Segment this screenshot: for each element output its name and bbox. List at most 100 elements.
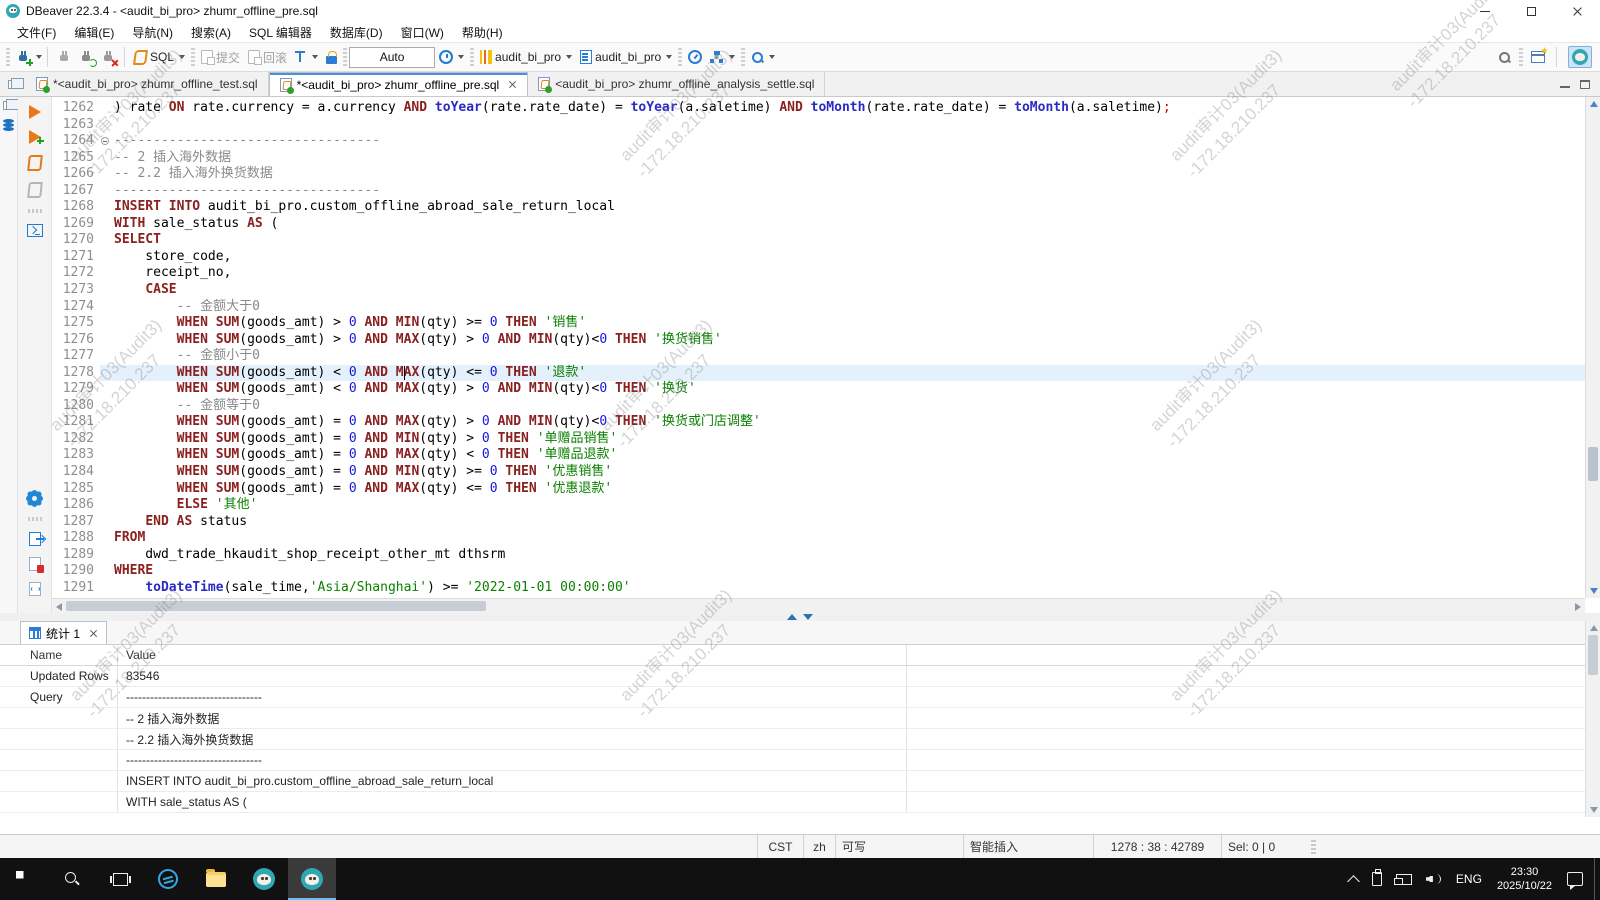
code-line[interactable]: 1271 store_code, xyxy=(52,249,1585,266)
scrollbar-thumb[interactable] xyxy=(66,601,486,611)
server-tasks-button[interactable] xyxy=(706,48,739,67)
data-search-button[interactable] xyxy=(747,48,779,67)
menu-help[interactable]: 帮助(H) xyxy=(453,22,512,43)
scroll-up-icon[interactable] xyxy=(1590,625,1598,631)
code-line[interactable]: 1283 WHEN SUM(goods_amt) = 0 AND MAX(qty… xyxy=(52,447,1585,464)
minimize-editor-icon[interactable] xyxy=(1560,80,1570,88)
export-data-button[interactable] xyxy=(29,532,41,546)
code-line[interactable]: 1288FROM xyxy=(52,530,1585,547)
editor-vertical-scrollbar[interactable] xyxy=(1585,97,1600,598)
panel-sash[interactable] xyxy=(0,613,1600,621)
code-line[interactable]: 1265-- 2 插入海外数据 xyxy=(52,150,1585,167)
connect-button[interactable] xyxy=(53,47,75,67)
code-line[interactable]: 1289 dwd_trade_hkaudit_shop_receipt_othe… xyxy=(52,547,1585,564)
code-line[interactable]: 1281 WHEN SUM(goods_amt) = 0 AND MAX(qty… xyxy=(52,414,1585,431)
scrollbar-thumb[interactable] xyxy=(1588,447,1598,481)
table-row[interactable]: -- 2.2 插入海外换货数据 xyxy=(0,729,1585,750)
reconnect-button[interactable] xyxy=(75,47,97,67)
explain-plan-button[interactable] xyxy=(27,182,43,198)
table-row[interactable]: INSERT INTO audit_bi_pro.custom_offline_… xyxy=(0,771,1585,792)
tray-usb-button[interactable] xyxy=(1365,858,1389,900)
code-line[interactable]: 1286 ELSE '其他' xyxy=(52,497,1585,514)
editor-horizontal-scrollbar[interactable] xyxy=(52,598,1585,613)
new-connection-dropdown-icon[interactable] xyxy=(36,55,42,59)
execute-statement-button[interactable] xyxy=(29,105,41,119)
tab-zhumr-offline-test[interactable]: *<audit_bi_pro> zhumr_offline_test.sql xyxy=(26,72,269,96)
code-line[interactable]: 1264---------------------------------- xyxy=(52,133,1585,150)
statistics-tab-close-icon[interactable] xyxy=(89,629,98,638)
sash-down-icon[interactable] xyxy=(803,614,813,620)
status-caret-position[interactable]: 1278 : 38 : 42789 xyxy=(1093,835,1221,858)
code-line[interactable]: 1276 WHEN SUM(goods_amt) > 0 AND MAX(qty… xyxy=(52,332,1585,349)
start-button[interactable] xyxy=(0,858,48,900)
rollback-button[interactable]: 回滚 xyxy=(244,46,291,69)
open-perspective-icon[interactable] xyxy=(1531,51,1545,63)
file-explorer-button[interactable] xyxy=(192,858,240,900)
task-view-button[interactable] xyxy=(96,858,144,900)
menu-file[interactable]: 文件(F) xyxy=(8,22,65,43)
tray-language-button[interactable]: ENG xyxy=(1449,858,1489,900)
column-header-name[interactable]: Name xyxy=(0,645,118,665)
code-line[interactable]: 1285 WHEN SUM(goods_amt) = 0 AND MAX(qty… xyxy=(52,481,1585,498)
code-line[interactable]: 1278 WHEN SUM(goods_amt) < 0 AND MAX(qty… xyxy=(52,365,1585,382)
tab-zhumr-offline-analysis-settle[interactable]: <audit_bi_pro> zhumr_offline_analysis_se… xyxy=(528,72,825,96)
results-vertical-scrollbar[interactable] xyxy=(1585,621,1600,817)
scroll-down-icon[interactable] xyxy=(1590,807,1598,813)
quick-search-icon[interactable] xyxy=(1498,51,1511,64)
code-line[interactable]: 1263 xyxy=(52,117,1585,134)
code-area[interactable]: 1262) rate ON rate.currency = a.currency… xyxy=(52,97,1585,598)
fold-collapse-icon[interactable] xyxy=(100,133,114,150)
transaction-lock-button[interactable] xyxy=(322,48,341,67)
code-line[interactable]: 1273 CASE xyxy=(52,282,1585,299)
sash-up-icon[interactable] xyxy=(787,614,797,620)
maximize-editor-icon[interactable] xyxy=(1580,80,1590,89)
dashboard-button[interactable] xyxy=(684,47,706,67)
connection-selector[interactable]: audit_bi_pro xyxy=(476,47,576,67)
maximize-button[interactable] xyxy=(1508,0,1554,22)
commit-button[interactable]: 提交 xyxy=(197,46,244,69)
tab-zhumr-offline-pre[interactable]: *<audit_bi_pro> zhumr_offline_pre.sql xyxy=(269,72,529,96)
code-line[interactable]: 1277 -- 金额小于0 xyxy=(52,348,1585,365)
internet-explorer-button[interactable] xyxy=(144,858,192,900)
scroll-left-icon[interactable] xyxy=(56,603,62,611)
code-line[interactable]: 1269WITH sale_status AS ( xyxy=(52,216,1585,233)
new-sql-editor-button[interactable]: SQL xyxy=(130,47,189,68)
restore-panel-button[interactable] xyxy=(0,72,26,96)
code-line[interactable]: 1291 toDateTime(sale_time,'Asia/Shanghai… xyxy=(52,580,1585,597)
restore-view-icon[interactable] xyxy=(3,101,14,110)
transaction-mode-button[interactable] xyxy=(291,47,322,67)
tab-statistics[interactable]: 统计 1 xyxy=(20,621,107,644)
scrollbar-thumb[interactable] xyxy=(1588,635,1598,675)
taskbar-clock[interactable]: 23:30 2025/10/22 xyxy=(1489,865,1560,893)
code-line[interactable]: 1268INSERT INTO audit_bi_pro.custom_offl… xyxy=(52,199,1585,216)
menu-window[interactable]: 窗口(W) xyxy=(392,22,453,43)
code-line[interactable]: 1262) rate ON rate.currency = a.currency… xyxy=(52,100,1585,117)
column-header-value[interactable]: Value xyxy=(118,645,907,665)
code-line[interactable]: 1272 receipt_no, xyxy=(52,265,1585,282)
minimize-button[interactable] xyxy=(1462,0,1508,22)
menu-navigate[interactable]: 导航(N) xyxy=(123,22,182,43)
code-line[interactable]: 1274 -- 金额大于0 xyxy=(52,299,1585,316)
code-line[interactable]: 1275 WHEN SUM(goods_amt) > 0 AND MIN(qty… xyxy=(52,315,1585,332)
execute-new-tab-button[interactable] xyxy=(29,130,41,144)
execute-script-button[interactable] xyxy=(27,155,43,171)
tab-close-icon[interactable] xyxy=(508,80,517,89)
script-variables-button[interactable] xyxy=(29,582,41,596)
disconnect-button[interactable] xyxy=(97,47,119,67)
dbeaver-perspective-button[interactable] xyxy=(1568,46,1592,68)
menu-edit[interactable]: 编辑(E) xyxy=(65,22,123,43)
table-row[interactable]: ---------------------------------- xyxy=(0,750,1585,771)
dbeaver-taskbar-button[interactable] xyxy=(240,858,288,900)
menu-sql-editor[interactable]: SQL 编辑器 xyxy=(240,22,321,43)
menu-search[interactable]: 搜索(A) xyxy=(182,22,240,43)
editor-settings-button[interactable] xyxy=(27,491,42,506)
close-button[interactable] xyxy=(1554,0,1600,22)
schema-selector[interactable]: audit_bi_pro xyxy=(576,47,676,67)
code-line[interactable]: 1270SELECT xyxy=(52,232,1585,249)
validate-script-button[interactable] xyxy=(29,557,41,571)
code-line[interactable]: 1267---------------------------------- xyxy=(52,183,1585,200)
tray-volume-button[interactable] xyxy=(1419,858,1449,900)
new-connection-button[interactable] xyxy=(12,47,34,67)
code-line[interactable]: 1290WHERE xyxy=(52,563,1585,580)
code-line[interactable]: 1280 -- 金额等于0 xyxy=(52,398,1585,415)
